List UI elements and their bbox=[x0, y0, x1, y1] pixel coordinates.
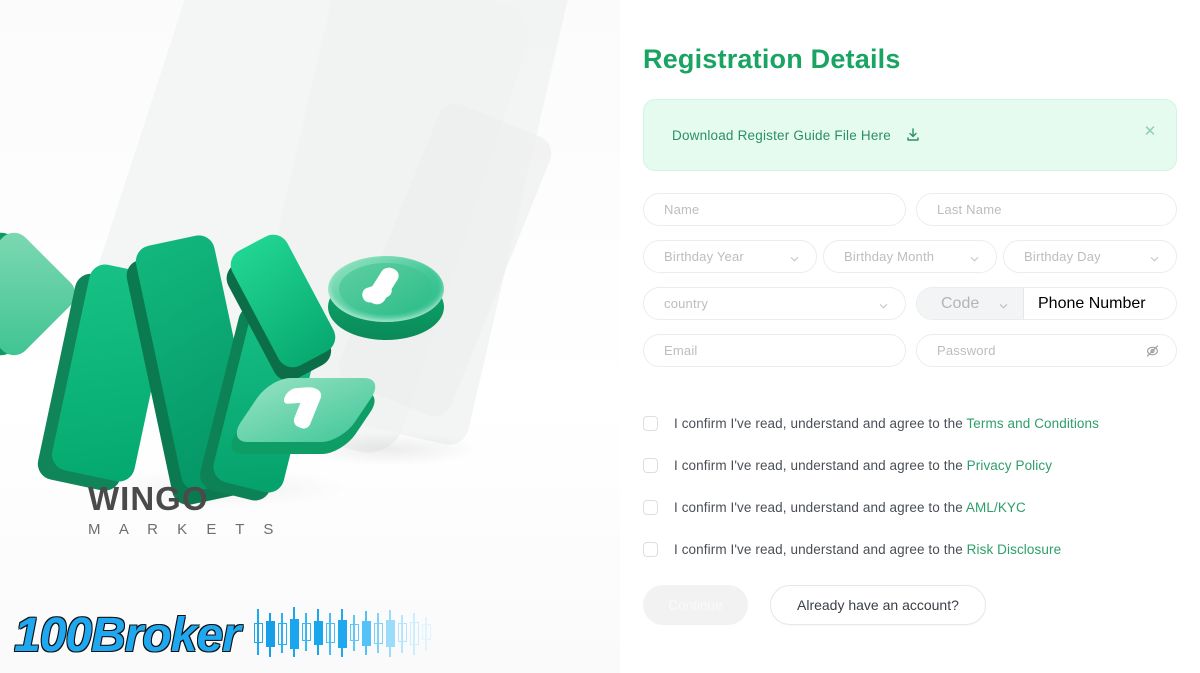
chevron-down-icon bbox=[998, 298, 1009, 309]
risk-disclosure-link[interactable]: Risk Disclosure bbox=[967, 542, 1062, 557]
form-actions: Continue Already have an account? bbox=[643, 585, 1177, 625]
last-name-placeholder: Last Name bbox=[937, 202, 1002, 217]
chevron-down-icon bbox=[789, 251, 800, 262]
form-row-country-phone: country Code Phone Number bbox=[643, 287, 1177, 320]
form-row-birthday: Birthday Year Birthday Month Birthday Da… bbox=[643, 240, 1177, 273]
continue-button[interactable]: Continue bbox=[643, 585, 748, 625]
birthday-day-placeholder: Birthday Day bbox=[1024, 249, 1101, 264]
watermark-text: 100Broker bbox=[13, 609, 243, 662]
illustration-panel: WINGO M A R K E T S 100Broker bbox=[0, 0, 620, 673]
birthday-month-select[interactable]: Birthday Month bbox=[823, 240, 997, 273]
consent-checkbox-terms[interactable] bbox=[643, 415, 658, 431]
chevron-down-icon bbox=[969, 251, 980, 262]
brand-logo: WINGO M A R K E T S bbox=[88, 482, 281, 538]
birthday-day-select[interactable]: Birthday Day bbox=[1003, 240, 1177, 273]
watermark: 100Broker bbox=[13, 604, 431, 662]
phone-number-input[interactable]: Phone Number bbox=[1024, 295, 1176, 313]
consent-prefix: I confirm I've read, understand and agre… bbox=[674, 541, 967, 557]
eye-off-icon[interactable] bbox=[1145, 343, 1160, 358]
name-input[interactable]: Name bbox=[643, 193, 906, 226]
brand-name: WINGO bbox=[88, 480, 209, 517]
birthday-year-placeholder: Birthday Year bbox=[664, 249, 744, 264]
chevron-down-icon bbox=[878, 298, 889, 309]
consent-row-risk: I confirm I've read, understand and agre… bbox=[643, 539, 1177, 559]
form-row-name: Name Last Name bbox=[643, 193, 1177, 226]
candlestick-graphic bbox=[253, 604, 431, 660]
consent-label-terms: I confirm I've read, understand and agre… bbox=[674, 416, 1099, 431]
last-name-input[interactable]: Last Name bbox=[916, 193, 1177, 226]
consent-prefix: I confirm I've read, understand and agre… bbox=[674, 499, 966, 515]
birthday-year-select[interactable]: Birthday Year bbox=[643, 240, 817, 273]
country-placeholder: country bbox=[664, 296, 709, 311]
consent-row-privacy: I confirm I've read, understand and agre… bbox=[643, 455, 1177, 475]
download-icon[interactable] bbox=[905, 127, 921, 143]
consent-list: I confirm I've read, understand and agre… bbox=[643, 413, 1177, 559]
password-placeholder: Password bbox=[937, 343, 996, 358]
email-input[interactable]: Email bbox=[643, 334, 906, 367]
consent-prefix: I confirm I've read, understand and agre… bbox=[674, 415, 967, 431]
consent-row-terms: I confirm I've read, understand and agre… bbox=[643, 413, 1177, 433]
privacy-policy-link[interactable]: Privacy Policy bbox=[967, 458, 1052, 473]
badge-icon bbox=[222, 378, 385, 456]
brand-subtitle: M A R K E T S bbox=[88, 521, 281, 538]
coin-icon bbox=[328, 256, 444, 344]
phone-group: Code Phone Number bbox=[916, 287, 1177, 320]
phone-code-placeholder: Code bbox=[941, 294, 980, 312]
download-guide-banner[interactable]: Download Register Guide File Here ✕ bbox=[643, 99, 1177, 171]
consent-checkbox-amlkyc[interactable] bbox=[643, 499, 658, 515]
page-title: Registration Details bbox=[643, 44, 901, 74]
consent-label-risk: I confirm I've read, understand and agre… bbox=[674, 542, 1061, 557]
email-placeholder: Email bbox=[664, 343, 698, 358]
terms-and-conditions-link[interactable]: Terms and Conditions bbox=[966, 416, 1099, 431]
consent-row-amlkyc: I confirm I've read, understand and agre… bbox=[643, 497, 1177, 517]
country-select[interactable]: country bbox=[643, 287, 906, 320]
registration-page: WINGO M A R K E T S 100Broker Registrati… bbox=[0, 0, 1200, 673]
close-icon[interactable]: ✕ bbox=[1142, 123, 1158, 139]
consent-checkbox-risk[interactable] bbox=[643, 541, 658, 557]
password-input[interactable]: Password bbox=[916, 334, 1177, 367]
phone-number-placeholder: Phone Number bbox=[1038, 294, 1146, 312]
already-have-account-button[interactable]: Already have an account? bbox=[770, 585, 986, 625]
phone-code-select[interactable]: Code bbox=[917, 288, 1024, 319]
birthday-month-placeholder: Birthday Month bbox=[844, 249, 935, 264]
download-guide-label: Download Register Guide File Here bbox=[672, 127, 891, 143]
consent-label-amlkyc: I confirm I've read, understand and agre… bbox=[674, 500, 1026, 515]
consent-label-privacy: I confirm I've read, understand and agre… bbox=[674, 458, 1052, 473]
registration-form-panel: Registration Details Download Register G… bbox=[620, 0, 1200, 673]
name-placeholder: Name bbox=[664, 202, 700, 217]
aml-kyc-link[interactable]: AML/KYC bbox=[966, 500, 1026, 515]
consent-checkbox-privacy[interactable] bbox=[643, 457, 658, 473]
form-row-credentials: Email Password bbox=[643, 334, 1177, 367]
chevron-down-icon bbox=[1149, 251, 1160, 262]
consent-prefix: I confirm I've read, understand and agre… bbox=[674, 457, 967, 473]
